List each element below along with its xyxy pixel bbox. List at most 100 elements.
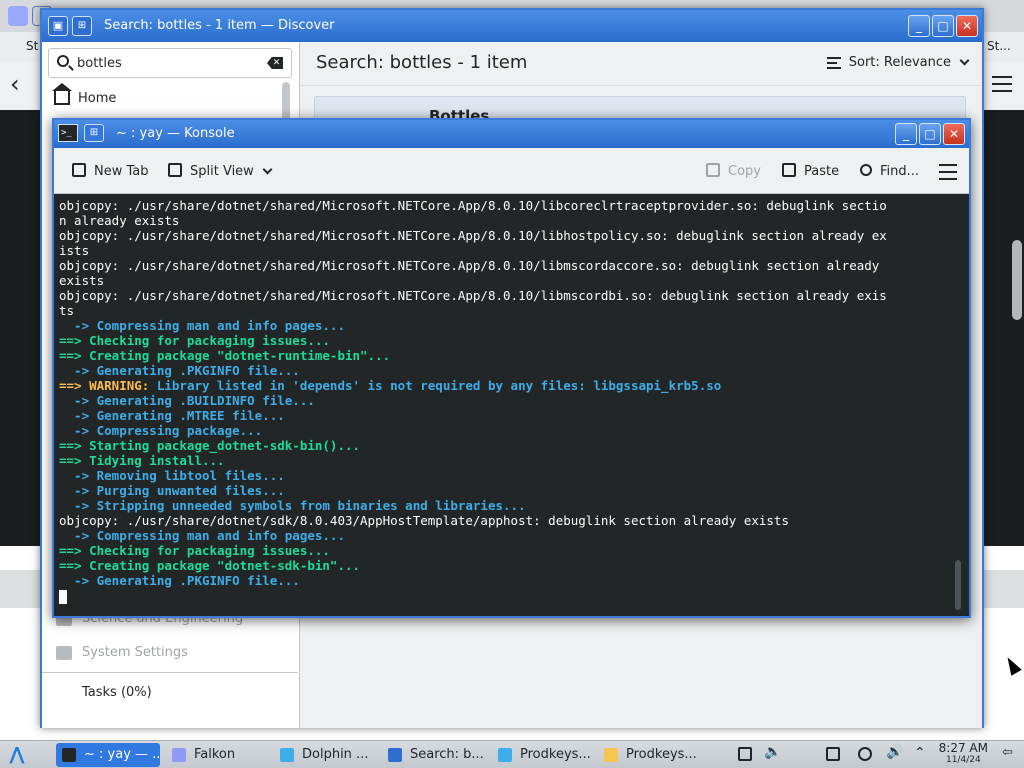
- show-desktop-icon[interactable]: ⇦: [1002, 746, 1016, 761]
- window-title: ~ : yay — Konsole: [116, 126, 235, 141]
- copy-button[interactable]: Copy: [706, 162, 761, 182]
- konsole-window: >_ ⊞ ~ : yay — Konsole _ □ ✕ New Tab Spl…: [52, 118, 971, 618]
- copy-label: Copy: [728, 164, 761, 179]
- chevron-up-icon[interactable]: ⌃: [914, 746, 928, 761]
- maximize-button[interactable]: □: [932, 15, 954, 37]
- window-grid-icon[interactable]: ⊞: [84, 124, 104, 142]
- sidebar-item-home[interactable]: Home: [50, 83, 280, 112]
- paste-label: Paste: [804, 164, 840, 179]
- network-icon[interactable]: [858, 747, 872, 761]
- clipboard-icon[interactable]: [738, 747, 752, 761]
- paste-button[interactable]: Paste: [782, 162, 839, 182]
- discover-header: Search: bottles - 1 item Sort: Relevance: [300, 42, 982, 86]
- copy-icon: [706, 163, 720, 177]
- terminal-line: ==> Creating package "dotnet-runtime-bin…: [59, 348, 391, 363]
- speaker-icon[interactable]: 🔊: [886, 745, 903, 761]
- clock[interactable]: 8:27 AM 11/4/24: [939, 742, 988, 766]
- chevron-down-icon: [262, 164, 273, 175]
- falkon-icon: [8, 6, 28, 26]
- terminal-line: ==> Checking for packaging issues...: [59, 333, 330, 348]
- close-button[interactable]: ✕: [943, 123, 965, 145]
- discover-app-icon[interactable]: ▣: [48, 16, 68, 36]
- taskbar-task[interactable]: ~ : yay — ...: [56, 743, 160, 767]
- konsole-toolbar: New Tab Split View Copy Paste Find...: [54, 148, 969, 194]
- page-title: Search: bottles - 1 item: [316, 52, 528, 73]
- window-title: Search: bottles - 1 item — Discover: [104, 18, 335, 33]
- taskbar-task[interactable]: Dolphin ...: [274, 743, 376, 767]
- terminal-line: objcopy: ./usr/share/dotnet/shared/Micro…: [59, 198, 887, 213]
- minimize-button[interactable]: _: [908, 15, 930, 37]
- app-launcher-icon[interactable]: ⋀: [6, 744, 28, 766]
- tasks-progress[interactable]: Tasks (0%): [42, 672, 298, 712]
- terminal-scrollbar[interactable]: [955, 560, 961, 610]
- terminal-line: ists: [59, 243, 90, 258]
- taskbar-task-label: ~ : yay — ...: [84, 747, 160, 762]
- split-view-button[interactable]: Split View: [168, 162, 273, 182]
- terminal-line: objcopy: ./usr/share/dotnet/shared/Micro…: [59, 228, 887, 243]
- terminal-line: ==> Tidying install...: [59, 453, 225, 468]
- window-grid-icon[interactable]: ⊞: [72, 16, 92, 36]
- taskbar-task[interactable]: Prodkeys...: [492, 743, 594, 767]
- terminal-output[interactable]: objcopy: ./usr/share/dotnet/shared/Micro…: [54, 196, 969, 616]
- terminal-line: -> Generating .BUILDINFO file...: [59, 393, 315, 408]
- close-button[interactable]: ✕: [956, 15, 978, 37]
- background-tab-right[interactable]: St...: [980, 32, 1024, 62]
- terminal-prompt-line[interactable]: [59, 588, 969, 604]
- sort-dropdown[interactable]: Sort: Relevance: [826, 55, 970, 70]
- terminal-line: -> Generating .PKGINFO file...: [59, 573, 300, 588]
- usb-icon[interactable]: [826, 747, 840, 761]
- sort-label: Sort: Relevance: [848, 55, 951, 70]
- taskbar-task-label: Search: b...: [410, 747, 484, 762]
- background-tab-left[interactable]: St: [0, 32, 44, 62]
- hamburger-menu-icon[interactable]: [992, 76, 1012, 92]
- search-icon: [57, 55, 69, 67]
- hamburger-menu-icon[interactable]: [939, 164, 957, 180]
- taskbar-task-label: Dolphin ...: [302, 747, 369, 762]
- maximize-button[interactable]: □: [919, 123, 941, 145]
- warning-prefix: ==> WARNING:: [59, 378, 157, 393]
- search-field-container[interactable]: ✕: [48, 48, 292, 78]
- back-arrow-icon[interactable]: ‹: [10, 70, 20, 98]
- taskbar-task-label: Prodkeys...: [520, 747, 591, 762]
- folder-icon: [280, 748, 294, 762]
- discover-icon: [388, 748, 402, 762]
- terminal-line: -> Compressing man and info pages...: [59, 318, 345, 333]
- settings-icon: [56, 646, 72, 660]
- find-button[interactable]: Find...: [860, 162, 919, 182]
- terminal-line: -> Compressing man and info pages...: [59, 528, 345, 543]
- terminal-line: objcopy: ./usr/share/dotnet/shared/Micro…: [59, 288, 887, 303]
- search-input[interactable]: [77, 53, 257, 73]
- split-view-icon: [168, 163, 182, 177]
- terminal-line: exists: [59, 273, 105, 288]
- clock-time: 8:27 AM: [938, 741, 988, 755]
- minimize-button[interactable]: _: [895, 123, 917, 145]
- taskbar-task[interactable]: Prodkeys...: [598, 743, 702, 767]
- clock-date: 11/4/24: [945, 755, 981, 765]
- terminal-line: n already exists: [59, 213, 180, 228]
- sort-icon: [826, 56, 841, 69]
- new-tab-button[interactable]: New Tab: [72, 162, 149, 182]
- terminal-line: -> Generating .PKGINFO file...: [59, 363, 300, 378]
- sidebar-item-label: System Settings: [82, 645, 188, 660]
- clear-text-icon[interactable]: ✕: [267, 57, 283, 69]
- terminal-line: -> Stripping unneeded symbols from binar…: [59, 498, 526, 513]
- terminal-icon[interactable]: >_: [58, 124, 78, 142]
- background-scrollbar[interactable]: [1012, 240, 1022, 320]
- taskbar-task[interactable]: Falkon: [166, 743, 242, 767]
- home-icon: [52, 83, 72, 105]
- terminal-line: ==> Starting package_dotnet-sdk-bin()...: [59, 438, 361, 453]
- taskbar-task[interactable]: Search: b...: [382, 743, 486, 767]
- volume-icon[interactable]: 🔈: [764, 745, 781, 761]
- terminal-line: ==> Checking for packaging issues...: [59, 543, 330, 558]
- sidebar-scrollbar[interactable]: [282, 82, 290, 122]
- sidebar-item-system-settings[interactable]: System Settings: [56, 642, 188, 664]
- split-view-label: Split View: [190, 164, 254, 179]
- discover-titlebar[interactable]: ▣ ⊞ Search: bottles - 1 item — Discover …: [42, 10, 982, 42]
- warning-text: Library listed in 'depends' is not requi…: [156, 378, 722, 393]
- terminal-line: ts: [59, 303, 75, 318]
- terminal-line: ==> Creating package "dotnet-sdk-bin"...: [59, 558, 361, 573]
- search-icon: [860, 164, 872, 176]
- taskbar: ⋀ ~ : yay — ... Falkon Dolphin ... Search: …: [0, 740, 1024, 768]
- falkon-icon: [172, 748, 186, 762]
- konsole-titlebar[interactable]: >_ ⊞ ~ : yay — Konsole _ □ ✕: [54, 120, 969, 148]
